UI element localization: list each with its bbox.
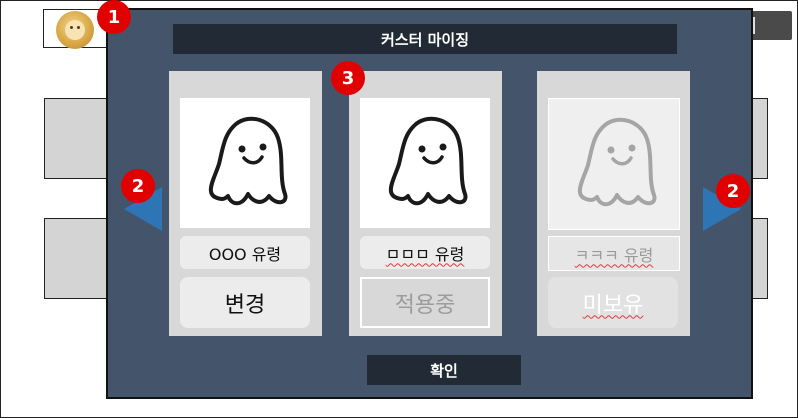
ghost-card-locked: ㅋㅋㅋ 유령 미보유 [537, 71, 690, 336]
marker-profile: 1 [97, 0, 131, 34]
marker-nav-left: 2 [121, 169, 155, 203]
modal-title: 커스터 마이징 [173, 24, 677, 54]
marker-nav-right: 2 [716, 174, 750, 208]
marker-cards: 3 [331, 61, 365, 95]
ghost-icon [388, 116, 468, 206]
background-card [44, 98, 112, 179]
coin-face [65, 20, 85, 40]
ghost-preview [180, 98, 310, 228]
ghost-preview [548, 98, 680, 230]
not-owned-button[interactable]: 미보유 [548, 277, 678, 328]
coin-eye [77, 26, 80, 29]
change-button[interactable]: 변경 [180, 277, 310, 328]
ghost-name-label: ㅁㅁㅁ 유령 [360, 236, 490, 269]
ghost-preview [360, 98, 490, 228]
coin-eye [70, 26, 73, 29]
ghost-card: ㅁㅁㅁ 유령 적용중 [349, 71, 502, 336]
ghost-card: OOO 유령 변경 [169, 71, 322, 336]
ghost-name-label: OOO 유령 [180, 236, 310, 269]
applied-button[interactable]: 적용중 [360, 277, 490, 328]
ghost-name-label: ㅋㅋㅋ 유령 [548, 236, 680, 271]
background-card [44, 218, 112, 299]
ghost-icon [577, 117, 657, 207]
menu-button[interactable] [748, 11, 792, 40]
profile-avatar-icon[interactable] [56, 11, 94, 49]
ghost-icon [208, 116, 288, 206]
confirm-button[interactable]: 확인 [367, 355, 521, 385]
